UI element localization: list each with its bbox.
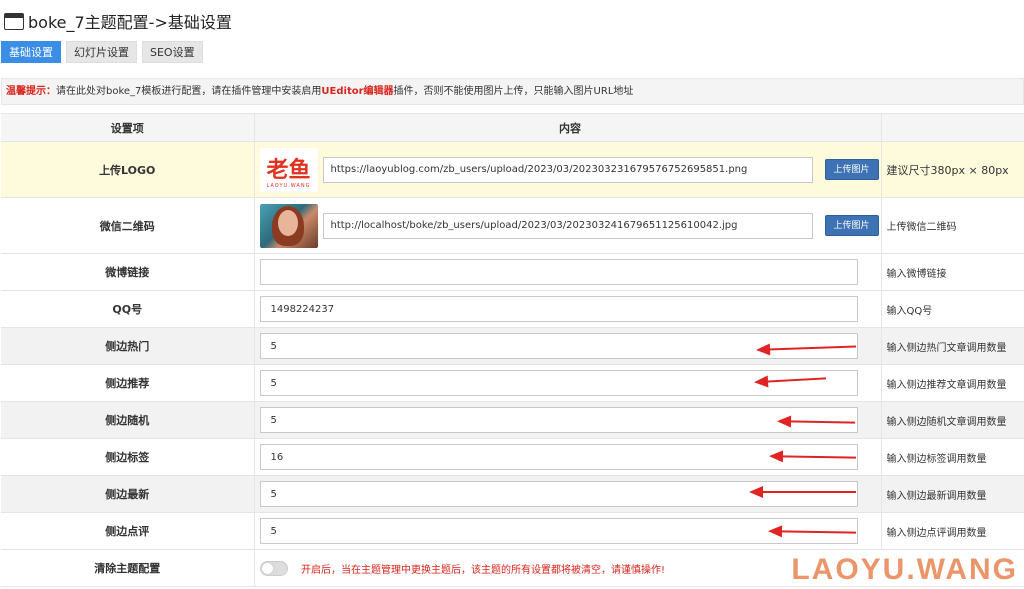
upload-wechat-button[interactable]: 上传图片: [824, 215, 879, 236]
row-content: [254, 327, 882, 365]
row-label: 侧边推荐: [1, 364, 255, 402]
row-weibo: 微博链接 输入微博链接: [1, 253, 1024, 291]
row-label: 微信二维码: [1, 197, 255, 254]
qq-input[interactable]: [259, 296, 858, 322]
tab-seo-settings[interactable]: SEO设置: [142, 41, 203, 63]
row-label: QQ号: [1, 290, 255, 328]
row-content: [254, 253, 882, 291]
row-sidebar-tags: 侧边标签 输入侧边标签调用数量: [1, 438, 1024, 476]
row-sidebar-comments: 侧边点评 输入侧边点评调用数量: [1, 512, 1024, 550]
row-description: 输入侧边标签调用数量: [881, 438, 1024, 476]
row-logo: 上传LOGO 老鱼 LAOYU.WANG 上传图片 建议尺寸380px × 80…: [1, 141, 1024, 198]
photo-face: [277, 209, 298, 236]
row-label: 清除主题配置: [1, 549, 255, 587]
row-content: [254, 290, 882, 328]
row-description: 建议尺寸380px × 80px: [881, 141, 1024, 198]
logo-subtext: LAOYU.WANG: [266, 182, 311, 189]
tip-bar: 温馨提示：请在此处对boke_7模板进行配置，请在插件管理中安装启用UEdito…: [1, 78, 1024, 105]
row-label: 侧边热门: [1, 327, 255, 365]
logo-thumbnail: 老鱼 LAOYU.WANG: [259, 147, 318, 192]
header-content: 内容: [254, 113, 882, 142]
annotation-arrow: [749, 486, 856, 498]
tip-strong: UEditor编辑器: [321, 86, 394, 97]
tab-bar: 基础设置 幻灯片设置 SEO设置: [1, 41, 208, 63]
wechat-thumbnail: [259, 203, 318, 248]
settings-table: 设置项 内容 上传LOGO 老鱼 LAOYU.WANG 上传图片 建议尺寸380…: [1, 113, 1024, 587]
header-setting-item: 设置项: [1, 113, 255, 142]
row-content: [254, 475, 882, 513]
row-description: 输入QQ号: [881, 290, 1024, 328]
logo-url-input[interactable]: [322, 156, 813, 183]
clear-config-warning: 开启后，当在主题管理中更换主题后，该主题的所有设置都将被清空，请谨慎操作!: [301, 564, 666, 576]
sidebar-tags-input[interactable]: [259, 444, 858, 470]
row-sidebar-recommend: 侧边推荐 输入侧边推荐文章调用数量: [1, 364, 1024, 402]
page-title: boke_7主题配置->基础设置: [28, 13, 232, 32]
window-icon: [4, 12, 24, 30]
toggle-knob: [261, 562, 273, 574]
tab-slideshow-settings[interactable]: 幻灯片设置: [66, 41, 137, 63]
row-label: 侧边点评: [1, 512, 255, 550]
title-bar: boke_7主题配置->基础设置: [4, 8, 232, 34]
row-wechat: 微信二维码 上传图片 上传微信二维码: [1, 197, 1024, 254]
table-header-row: 设置项 内容: [1, 113, 1024, 142]
row-content: 老鱼 LAOYU.WANG 上传图片: [254, 141, 882, 198]
row-description: 输入侧边推荐文章调用数量: [881, 364, 1024, 402]
row-description: 输入侧边随机文章调用数量: [881, 401, 1024, 439]
clear-config-toggle[interactable]: [259, 560, 288, 576]
header-description: [881, 113, 1024, 142]
row-qq: QQ号 输入QQ号: [1, 290, 1024, 328]
row-description: 输入侧边最新调用数量: [881, 475, 1024, 513]
row-description: 输入侧边点评调用数量: [881, 512, 1024, 550]
row-description: 输入侧边热门文章调用数量: [881, 327, 1024, 365]
row-content: [254, 364, 882, 402]
weibo-input[interactable]: [259, 259, 858, 285]
row-label: 上传LOGO: [1, 141, 255, 198]
row-label: 侧边随机: [1, 401, 255, 439]
row-sidebar-random: 侧边随机 输入侧边随机文章调用数量: [1, 401, 1024, 439]
row-content: 上传图片: [254, 197, 882, 254]
watermark: LAOYU.WANG: [791, 553, 1018, 586]
wechat-url-input[interactable]: [322, 212, 813, 239]
row-label: 侧边标签: [1, 438, 255, 476]
tab-basic-settings[interactable]: 基础设置: [1, 41, 61, 63]
tip-text-before: 请在此处对boke_7模板进行配置，请在插件管理中安装启用: [56, 86, 322, 97]
logo-glyph: 老鱼: [266, 156, 311, 183]
row-label: 微博链接: [1, 253, 255, 291]
row-label: 侧边最新: [1, 475, 255, 513]
sidebar-random-input[interactable]: [259, 407, 858, 433]
upload-logo-button[interactable]: 上传图片: [824, 159, 879, 180]
row-sidebar-latest: 侧边最新 输入侧边最新调用数量: [1, 475, 1024, 513]
tip-text-after: 插件，否则不能使用图片上传，只能输入图片URL地址: [393, 86, 634, 97]
sidebar-latest-input[interactable]: [259, 481, 858, 507]
row-description: 上传微信二维码: [881, 197, 1024, 254]
row-sidebar-hot: 侧边热门 输入侧边热门文章调用数量: [1, 327, 1024, 365]
tip-label: 温馨提示：: [6, 86, 56, 97]
row-description: 输入微博链接: [881, 253, 1024, 291]
